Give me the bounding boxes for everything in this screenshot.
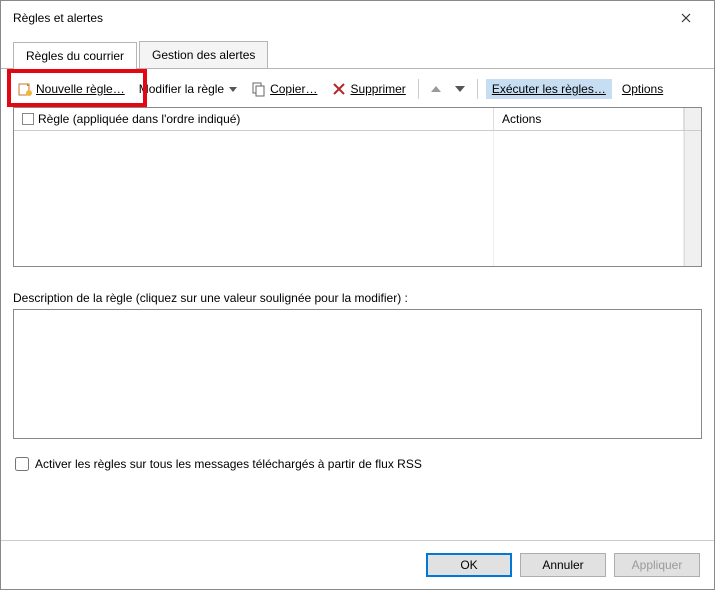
- dialog-footer: OK Annuler Appliquer: [1, 540, 714, 589]
- rules-list: Règle (appliquée dans l'ordre indiqué) A…: [13, 107, 702, 267]
- column-header-actions[interactable]: Actions: [494, 108, 684, 130]
- scrollbar[interactable]: [684, 108, 701, 130]
- column-header-rule[interactable]: Règle (appliquée dans l'ordre indiqué): [14, 108, 494, 130]
- tab-bar: Règles du courrier Gestion des alertes: [1, 35, 714, 69]
- rss-checkbox[interactable]: [15, 457, 29, 471]
- move-down-button[interactable]: [455, 86, 465, 92]
- checkbox-icon: [22, 113, 34, 125]
- delete-label: Supprimer: [350, 82, 405, 96]
- tab-mail-rules[interactable]: Règles du courrier: [13, 42, 137, 69]
- description-label: Description de la règle (cliquez sur une…: [13, 291, 702, 305]
- rules-list-header: Règle (appliquée dans l'ordre indiqué) A…: [14, 108, 701, 131]
- options-label: Options: [622, 82, 663, 96]
- modify-rule-label: Modifier la règle: [139, 82, 224, 96]
- copy-icon: [251, 81, 267, 97]
- toolbar-separator: [418, 79, 419, 99]
- close-icon: [681, 13, 691, 23]
- rules-list-body[interactable]: [14, 131, 701, 266]
- column-rule-label: Règle (appliquée dans l'ordre indiqué): [38, 112, 240, 126]
- delete-button[interactable]: Supprimer: [327, 79, 409, 99]
- options-button[interactable]: Options: [618, 80, 667, 98]
- move-up-button[interactable]: [431, 86, 441, 92]
- run-rules-label: Exécuter les règles…: [492, 82, 606, 96]
- toolbar-separator: [477, 79, 478, 99]
- delete-icon: [331, 81, 347, 97]
- toolbar: Nouvelle règle… Modifier la règle Copier…: [1, 69, 714, 107]
- ok-button[interactable]: OK: [426, 553, 512, 577]
- move-buttons: [427, 86, 469, 92]
- new-rule-button[interactable]: Nouvelle règle…: [13, 79, 129, 99]
- new-rule-label: Nouvelle règle…: [36, 82, 125, 96]
- dialog-title: Règles et alertes: [13, 11, 666, 25]
- modify-rule-button[interactable]: Modifier la règle: [135, 80, 241, 98]
- cancel-button[interactable]: Annuler: [520, 553, 606, 577]
- new-rule-icon: [17, 81, 33, 97]
- chevron-down-icon: [229, 87, 237, 92]
- apply-button: Appliquer: [614, 553, 700, 577]
- description-box[interactable]: [13, 309, 702, 439]
- rss-label: Activer les règles sur tous les messages…: [35, 457, 422, 471]
- run-rules-button[interactable]: Exécuter les règles…: [486, 79, 612, 99]
- tab-alerts[interactable]: Gestion des alertes: [139, 41, 268, 68]
- copy-label: Copier…: [270, 82, 317, 96]
- copy-button[interactable]: Copier…: [247, 79, 321, 99]
- close-button[interactable]: [666, 3, 706, 33]
